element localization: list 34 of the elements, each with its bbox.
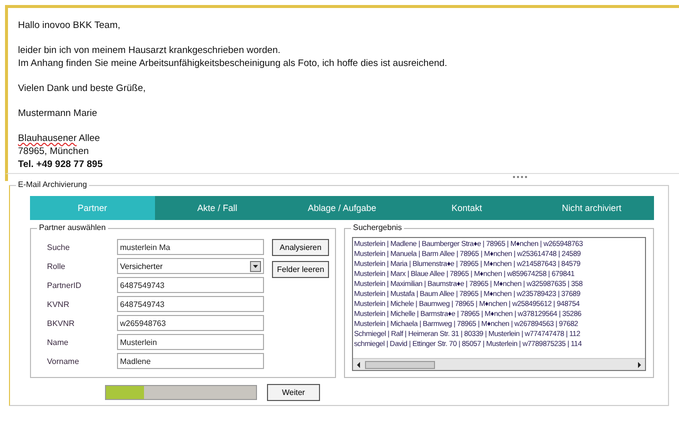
scroll-left-icon[interactable] (355, 360, 363, 368)
action-button[interactable]: Analysieren (272, 239, 330, 256)
field-label: PartnerID (46, 280, 82, 290)
address-text: Blauhausener Allee (18, 132, 101, 145)
input-field[interactable]: w265948763 (117, 315, 264, 331)
city-text: 78965, München (18, 145, 90, 158)
body-text: leider bin ich von meinem Hausarzt krankgeschrieben worden. (18, 44, 282, 57)
results-list[interactable] (352, 237, 646, 371)
scroll-right-icon[interactable] (635, 360, 643, 368)
closing-text: Vielen Dank und beste Grüße, (18, 82, 147, 95)
input-field[interactable]: musterlein Ma (117, 239, 264, 255)
scroll-thumb[interactable] (365, 360, 435, 368)
phone-text: Tel. +49 928 77 895 (18, 158, 104, 171)
input-field[interactable]: Musterlein (117, 334, 264, 350)
field-label: Name (46, 338, 70, 346)
field-label: KVNR (46, 300, 70, 308)
group-title: E-Mail Archivierung (16, 180, 89, 189)
resize-grip-icon[interactable] (513, 176, 527, 179)
horizontal-scrollbar[interactable] (353, 358, 645, 370)
next-button[interactable]: Weiter (267, 384, 320, 401)
group-title: Suchergebnis (351, 223, 404, 232)
action-button[interactable]: Felder leeren (272, 261, 330, 278)
role-dropdown[interactable]: Versicherter (117, 258, 264, 274)
greeting-text: Hallo inovoo BKK Team, (18, 19, 122, 32)
input-field[interactable]: 6487549743 (117, 277, 264, 293)
field-label: Vorname (46, 356, 80, 366)
body-text: Im Anhang finden Sie meine Arbeitsunfähigkeitsbescheinigung als Foto, ich hoffe dies ist ausreichend. (18, 57, 448, 70)
sender-name: Mustermann Marie (18, 107, 98, 120)
group-title: Partner auswählen (37, 223, 108, 232)
field-label: BKVNR (46, 318, 76, 328)
input-field[interactable]: 6487549743 (117, 296, 264, 312)
input-field[interactable]: Madlene (117, 353, 264, 369)
field-label: Rolle (46, 262, 66, 270)
field-label: Suche (46, 242, 71, 252)
